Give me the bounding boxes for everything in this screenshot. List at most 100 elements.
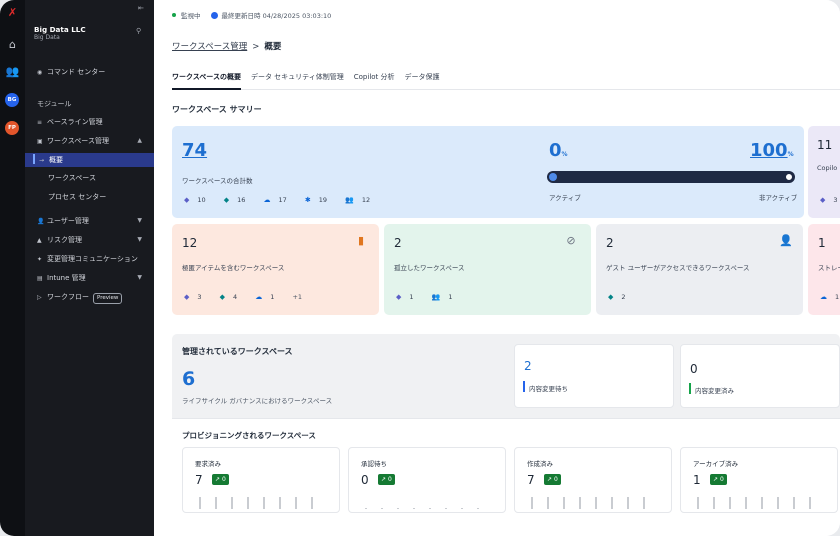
- user-icon: 👤: [37, 218, 45, 225]
- changed-count: 0: [690, 362, 698, 376]
- breadcrumb-separator: >: [252, 42, 260, 52]
- prov-card-archived[interactable]: アーカイブ済み 1 ↗ 0: [680, 447, 838, 513]
- metric-card-orphaned[interactable]: 2 ⊘ 孤立したワークスペース ◆ 1 👥 1: [384, 224, 591, 315]
- changed-label: 内容変更済み: [695, 387, 734, 395]
- breadcrumb-parent[interactable]: ワークスペース管理: [172, 42, 247, 52]
- prov-card-created[interactable]: 作成済み 7 ↗ 0: [514, 447, 672, 513]
- sparkline: [199, 490, 329, 509]
- chevron-up-icon: ▲: [137, 137, 142, 144]
- status-bar: 監視中 最終更新日時 04/28/2025 03:03:10: [172, 10, 331, 20]
- metric-card-guest[interactable]: 2 👤 ゲスト ユーザーがアクセスできるワークスペース ◆ 2: [596, 224, 803, 315]
- sidebar-item-process-center[interactable]: プロセス センター: [25, 190, 154, 204]
- sharepoint-icon: ◆: [219, 293, 225, 301]
- chevron-down-icon: ▼: [137, 217, 142, 224]
- arrow-right-icon: →: [39, 157, 45, 164]
- sidebar-item-change-comm[interactable]: ✦ 変更管理コミュニケーション: [25, 252, 154, 266]
- trend-badge: ↗ 0: [544, 474, 561, 485]
- copilot-card: 11 Copilo ◆ 3: [808, 126, 840, 218]
- command-center-icon: ◉: [37, 69, 43, 76]
- inactive-percent: 100%: [750, 140, 794, 161]
- sparkline: [365, 490, 495, 509]
- pending-count: 2: [524, 359, 532, 373]
- sidebar-item-workspaces[interactable]: ワークスペース: [25, 171, 154, 185]
- tab-data-security[interactable]: データ セキュリティ体制管理: [251, 72, 344, 90]
- sensitive-doc-icon: ▮: [357, 234, 365, 247]
- changed-indicator: [689, 383, 691, 394]
- sidebar-item-intune[interactable]: ▤ Intune 管理 ▼: [25, 271, 154, 285]
- summary-title: ワークスペース サマリー: [172, 105, 262, 114]
- summary-type-counts: ◆ 10 ◆ 16 ☁ 17 ✱ 19 👥 12: [184, 196, 371, 204]
- changed-card[interactable]: 0 内容変更済み: [680, 344, 840, 408]
- sidebar-item-workflow[interactable]: ▷ ワークフロー Preview: [25, 290, 154, 304]
- globe-icon: [549, 173, 557, 181]
- teams-icon: ◆: [820, 196, 826, 204]
- orphaned-user-icon: ⊘: [566, 234, 576, 247]
- tab-data-protection[interactable]: データ保護: [405, 72, 440, 90]
- copilot-count: 11: [817, 138, 833, 152]
- yammer-icon: ✱: [304, 196, 311, 204]
- sidebar-item-overview[interactable]: → 概要: [25, 153, 154, 167]
- breadcrumb: ワークスペース管理 > 概要: [172, 40, 281, 52]
- tenant-badge-fp[interactable]: FP: [5, 121, 19, 135]
- sparkline: [697, 490, 827, 509]
- prov-card-requested[interactable]: 要求済み 7 ↗ 0: [182, 447, 340, 513]
- trend-badge: ↗ 0: [378, 474, 395, 485]
- sidebar-item-workspace-mgmt[interactable]: ▣ ワークスペース管理 ▲: [25, 134, 154, 148]
- monitoring-status: 監視中: [181, 12, 201, 20]
- managed-label: ライフサイクル ガバナンスにおけるワークスペース: [182, 397, 333, 405]
- metric-card-storage[interactable]: 1 ストレー ☁1: [808, 224, 840, 315]
- chevron-down-icon: ▼: [137, 236, 142, 243]
- sidebar-item-user-mgmt[interactable]: 👤 ユーザー管理 ▼: [25, 214, 154, 228]
- sidebar-item-command-center[interactable]: ◉ コマンド センター: [25, 65, 154, 79]
- provisioning-title: プロビジョニングされるワークスペース: [182, 431, 316, 440]
- pending-indicator: [523, 381, 525, 392]
- list-icon: ≡: [37, 119, 43, 126]
- groups-icon: 👥: [431, 293, 441, 301]
- total-label: ワークスペースの合計数: [182, 177, 253, 185]
- teams-icon: ◆: [184, 196, 190, 204]
- pending-change-card[interactable]: 2 内容変更待ち: [514, 344, 674, 408]
- main-content: 監視中 最終更新日時 04/28/2025 03:03:10 ワークスペース管理 >…: [154, 0, 840, 536]
- sidebar-item-risk-mgmt[interactable]: ▲ リスク管理 ▼: [25, 233, 154, 247]
- tab-workspace-overview[interactable]: ワークスペースの概要: [172, 72, 241, 90]
- megaphone-icon: ✦: [37, 256, 43, 263]
- trend-badge: ↗ 0: [212, 474, 229, 485]
- guest-user-icon: 👤: [779, 234, 793, 247]
- onedrive-icon: ☁: [255, 293, 263, 301]
- status-dot-icon: [172, 13, 176, 17]
- managed-count[interactable]: 6: [182, 368, 195, 390]
- sidebar-item-baseline[interactable]: ≡ ベースライン管理: [25, 115, 154, 129]
- groups-icon: 👥: [345, 196, 354, 204]
- sidebar-section-modules: モジュール: [37, 100, 72, 108]
- home-icon[interactable]: ⌂: [0, 38, 25, 52]
- active-label: アクティブ: [549, 194, 581, 202]
- collapse-sidebar-icon[interactable]: ⇤: [138, 4, 144, 12]
- users-icon[interactable]: 👥: [0, 65, 25, 79]
- onedrive-icon: ☁: [820, 293, 827, 301]
- summary-card: 74 ワークスペースの合計数 ◆ 10 ◆ 16 ☁ 17 ✱ 19 👥 12 0% 10…: [172, 126, 804, 218]
- trend-badge: ↗ 0: [710, 474, 727, 485]
- onedrive-icon: ☁: [263, 196, 271, 204]
- tenant-badge-bg[interactable]: BG: [5, 93, 19, 107]
- tab-copilot-analytics[interactable]: Copilot 分析: [354, 72, 395, 90]
- brand-logo-icon: ✗: [7, 6, 18, 19]
- sidebar: ⇤ Big Data LLC Big Data ⚲ ◉ コマンド センター モジュ…: [25, 0, 154, 536]
- app-window: ✗ ⌂ 👥 BG FP ⇤ Big Data LLC Big Data ⚲ ◉ コ…: [0, 0, 840, 536]
- activity-progress-bar: [547, 171, 795, 183]
- inactive-icon: [785, 173, 793, 181]
- sparkline: [531, 490, 661, 509]
- active-indicator: [33, 154, 35, 164]
- teams-icon: ◆: [396, 293, 402, 301]
- active-percent: 0%: [549, 140, 568, 161]
- prov-card-pending-approval[interactable]: 承認待ち 0 ↗ 0: [348, 447, 506, 513]
- total-workspaces[interactable]: 74: [182, 140, 207, 161]
- warning-icon: ▲: [37, 237, 42, 244]
- pin-icon[interactable]: ⚲: [136, 27, 141, 35]
- play-icon: ▷: [37, 294, 42, 301]
- device-icon: ▤: [37, 275, 43, 282]
- sharepoint-icon: ◆: [223, 196, 230, 204]
- pending-label: 内容変更待ち: [529, 385, 568, 393]
- clock-icon: [210, 12, 218, 19]
- sharepoint-icon: ◆: [608, 293, 614, 301]
- metric-card-sensitive[interactable]: 12 ▮ 極匿アイテムを含むワークスペース ◆ 3 ◆ 4 ☁ 1 +1: [172, 224, 379, 315]
